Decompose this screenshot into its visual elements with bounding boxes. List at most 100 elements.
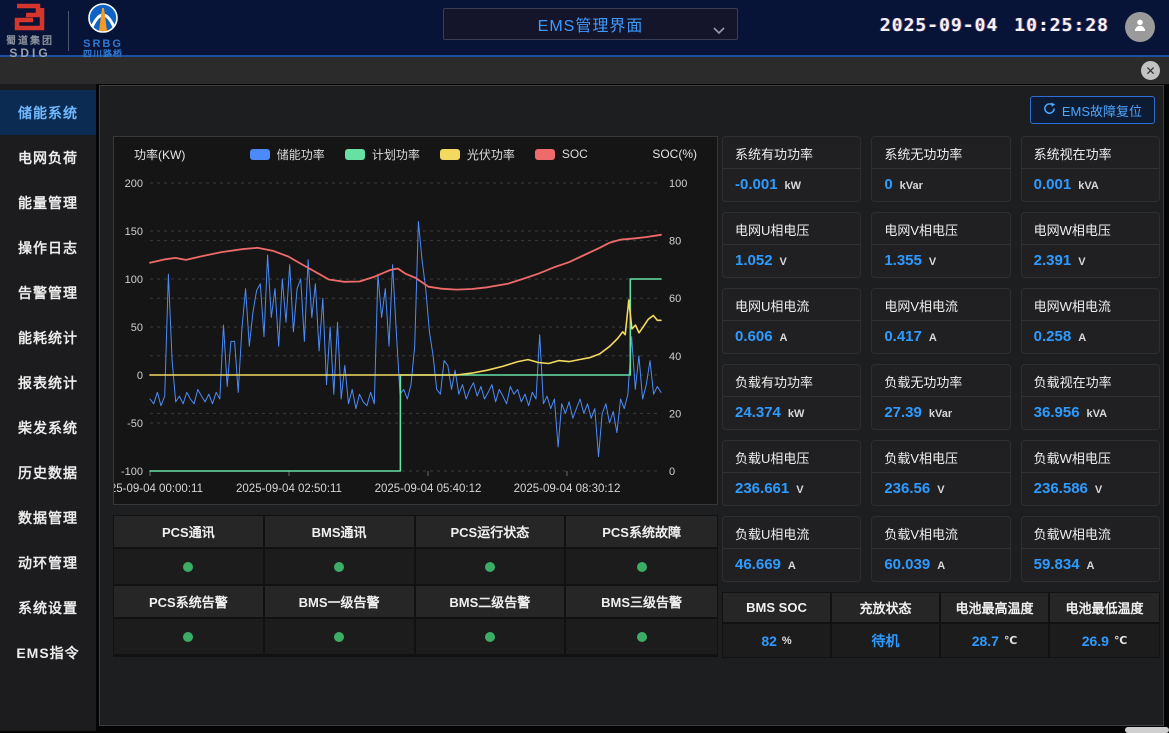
bms-value: 26.9 (1082, 633, 1109, 649)
bms-value: 82 (761, 633, 777, 649)
horizontal-scrollbar-thumb[interactable] (1125, 727, 1169, 733)
metric-unit: A (1078, 332, 1086, 344)
sidebar-item-env-monitor[interactable]: 动环管理 (0, 540, 96, 585)
bms-header-cell: BMS SOC (723, 593, 832, 624)
metric-value-row: 0.606 A (723, 321, 860, 345)
status-ok-dot (183, 632, 193, 642)
legend-item[interactable]: 储能功率 (250, 146, 325, 163)
metric-unit: A (788, 560, 796, 572)
metric-value: 236.661 (735, 480, 789, 497)
metric-label: 负载有功功率 (723, 365, 860, 397)
status-cell (265, 619, 416, 656)
status-cell (114, 549, 265, 586)
status-ok-dot (334, 562, 344, 572)
status-label: BMS二级告警 (416, 586, 567, 619)
metric-unit: kW (785, 180, 802, 192)
sidebar-item-system-settings[interactable]: 系统设置 (0, 585, 96, 630)
page-select-value: EMS管理界面 (538, 12, 644, 36)
svg-text:50: 50 (131, 322, 143, 334)
bms-unit: % (782, 635, 792, 647)
status-label-row: PCS通讯BMS通讯PCS运行状态PCS系统故障 (114, 516, 717, 549)
sidebar-item-label: 储能系统 (18, 103, 78, 123)
bms-table: BMS SOC充放状态电池最高温度电池最低温度 82%待机28.7℃26.9℃ (722, 592, 1160, 658)
svg-text:2025-09-04 00:00:11: 2025-09-04 00:00:11 (114, 483, 203, 495)
svg-text:40: 40 (669, 351, 681, 363)
metric-value-row: 46.669A (723, 549, 860, 573)
sidebar-item-history-data[interactable]: 历史数据 (0, 450, 96, 495)
legend-label: 光伏功率 (467, 146, 515, 163)
sidebar-item-label: 数据管理 (18, 508, 78, 528)
bms-value-cell: 82% (723, 624, 832, 657)
sidebar-item-label: 操作日志 (18, 238, 78, 258)
metric-label: 负载U相电流 (723, 517, 860, 549)
sidebar-item-operation-log[interactable]: 操作日志 (0, 225, 96, 270)
metric-value-row: 0kVar (872, 169, 1009, 193)
metric-card: 电网V相电流0.417A (871, 288, 1010, 354)
sdig-logo: 蜀道集团 SDIG (6, 2, 54, 60)
svg-text:60: 60 (669, 293, 681, 305)
metric-label: 负载无功功率 (872, 365, 1009, 397)
metric-card: 负载U相电压236.661V (722, 440, 861, 506)
metric-unit: kVar (929, 408, 952, 420)
bms-value-cell: 26.9℃ (1050, 624, 1159, 657)
metric-value-row: 0.001kVA (1022, 169, 1159, 193)
metric-unit: V (1078, 256, 1085, 268)
metric-label: 负载U相电压 (723, 441, 860, 473)
bms-header-cell: 充放状态 (832, 593, 941, 624)
status-cell (566, 549, 717, 586)
close-icon[interactable]: ✕ (1141, 61, 1160, 80)
metric-label: 电网U相电流 (723, 289, 860, 321)
sidebar-item-data-mgmt[interactable]: 数据管理 (0, 495, 96, 540)
metric-value: 236.56 (884, 480, 930, 497)
sidebar-item-alarm-mgmt[interactable]: 告警管理 (0, 270, 96, 315)
metric-unit: A (780, 332, 788, 344)
status-label: PCS系统故障 (566, 516, 717, 549)
user-avatar[interactable] (1125, 12, 1155, 42)
status-label-row: PCS系统告警BMS一级告警BMS二级告警BMS三级告警 (114, 586, 717, 619)
metric-label: 负载视在功率 (1022, 365, 1159, 397)
metric-card: 负载视在功率36.956kVA (1021, 364, 1160, 430)
metric-card: 负载V相电压236.56V (871, 440, 1010, 506)
metric-value-row: 27.39kVar (872, 397, 1009, 421)
bms-header-cell: 电池最高温度 (941, 593, 1050, 624)
chevron-down-icon (713, 22, 725, 40)
metric-card: 负载有功功率24.374kW (722, 364, 861, 430)
sidebar-item-energy-stats[interactable]: 能耗统计 (0, 315, 96, 360)
metric-value-row: 236.661V (723, 473, 860, 497)
metric-unit: kVar (900, 180, 923, 192)
svg-text:2025-09-04 08:30:12: 2025-09-04 08:30:12 (514, 483, 621, 495)
metric-value-row: 236.586V (1022, 473, 1159, 497)
sub-strip: ✕ (0, 57, 1169, 84)
ems-dashboard: 蜀道集团 SDIG SRBG 四川路桥 EMS管理界面 (0, 0, 1169, 733)
metric-value: 0.606 (735, 328, 773, 345)
metric-value: 24.374 (735, 404, 781, 421)
sidebar-item-label: 能耗统计 (18, 328, 78, 348)
metric-unit: V (1095, 484, 1102, 496)
status-cell (114, 619, 265, 656)
status-ok-dot (637, 632, 647, 642)
left-axis-title: 功率(KW) (134, 146, 185, 163)
metric-label: 系统有功功率 (723, 137, 860, 169)
sidebar-item-energy-mgmt[interactable]: 能量管理 (0, 180, 96, 225)
sidebar-item-ems-command[interactable]: EMS指令 (0, 630, 96, 675)
sidebar-item-energy-storage[interactable]: 储能系统 (0, 90, 96, 135)
sidebar-item-grid-load[interactable]: 电网负荷 (0, 135, 96, 180)
bms-value-cell: 待机 (832, 624, 941, 657)
bms-table-header-row: BMS SOC充放状态电池最高温度电池最低温度 (723, 593, 1159, 624)
power-soc-chart: 200150100500-50-1001008060402002025-09-0… (114, 171, 717, 504)
metric-unit: A (929, 332, 937, 344)
sidebar-item-label: 能量管理 (18, 193, 78, 213)
metric-value-row: 59.834A (1022, 549, 1159, 573)
svg-text:100: 100 (669, 178, 687, 190)
sidebar-item-report-stats[interactable]: 报表统计 (0, 360, 96, 405)
ems-fault-reset-button[interactable]: EMS故障复位 (1030, 96, 1155, 124)
legend-item[interactable]: SOC (535, 147, 588, 161)
legend-item[interactable]: 光伏功率 (440, 146, 515, 163)
sidebar-item-diesel-system[interactable]: 柴发系统 (0, 405, 96, 450)
legend-label: 计划功率 (372, 146, 420, 163)
sidebar-item-label: 系统设置 (18, 598, 78, 618)
metric-card: 负载W相电流59.834A (1021, 516, 1160, 582)
legend-item[interactable]: 计划功率 (345, 146, 420, 163)
page-select[interactable]: EMS管理界面 (443, 8, 738, 40)
legend-swatch (345, 149, 365, 160)
